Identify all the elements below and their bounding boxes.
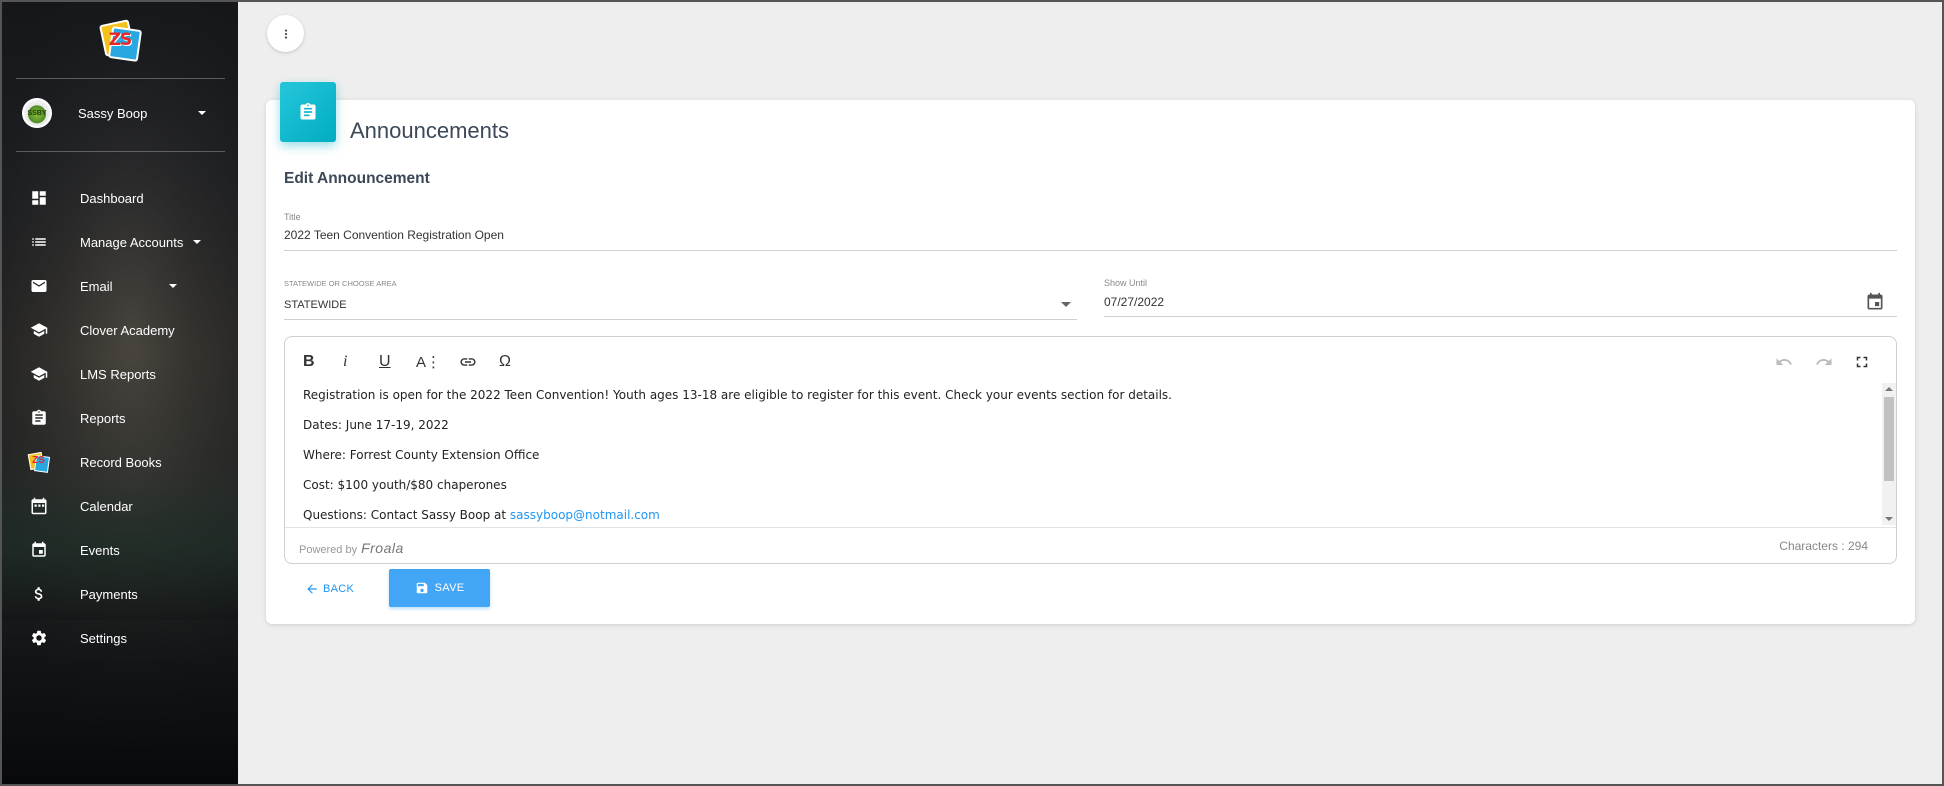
area-label: STATEWIDE OR CHOOSE AREA (284, 279, 397, 288)
user-menu[interactable]: SSBY Sassy Boop (22, 97, 222, 129)
show-until-underline (1104, 316, 1897, 317)
user-name: Sassy Boop (78, 105, 148, 121)
editor-paragraph: Questions: Contact Sassy Boop at sassybo… (303, 507, 1863, 523)
calendar-icon[interactable] (1865, 292, 1885, 312)
fullscreen-icon[interactable] (1853, 351, 1871, 373)
editor-footer: Powered by Froala Characters : 294 (285, 527, 1896, 563)
avatar: SSBY (22, 98, 52, 128)
sidebar-item-label: Settings (80, 630, 127, 646)
editor-scrollbar[interactable] (1882, 383, 1896, 525)
editor-paragraph: Dates: June 17-19, 2022 (303, 418, 449, 432)
link-icon[interactable] (459, 351, 477, 373)
dollar-icon (28, 583, 50, 605)
sidebar-item-lms-reports[interactable]: LMS Reports (0, 352, 238, 396)
underline-icon[interactable]: U (379, 351, 391, 373)
graduation-cap-icon (28, 319, 50, 341)
editor-paragraph: Cost: $100 youth/$80 chaperones (303, 478, 507, 492)
italic-icon[interactable]: i (343, 351, 347, 373)
show-until-label: Show Until (1104, 278, 1148, 288)
sidebar-item-calendar[interactable]: Calendar (0, 484, 238, 528)
scroll-down-icon[interactable] (1885, 517, 1893, 521)
sidebar-item-record-books[interactable]: ZS Record Books (0, 440, 238, 484)
save-button-label: SAVE (434, 582, 465, 594)
redo-icon[interactable] (1815, 351, 1833, 373)
dashboard-icon (28, 187, 50, 209)
undo-icon[interactable] (1775, 351, 1793, 373)
sidebar-divider (16, 151, 225, 152)
scroll-up-icon[interactable] (1885, 387, 1893, 391)
contact-email-link[interactable]: sassyboop@notmail.com (510, 508, 660, 522)
sidebar-item-label: Dashboard (80, 190, 144, 206)
powered-by-text: Powered by (299, 544, 358, 556)
sidebar-item-reports[interactable]: Reports (0, 396, 238, 440)
sidebar-item-label: LMS Reports (80, 366, 156, 382)
save-icon (416, 582, 427, 594)
editor-paragraph: Registration is open for the 2022 Teen C… (303, 388, 1172, 402)
chevron-down-icon (198, 111, 206, 115)
sidebar-item-label: Events (80, 542, 120, 558)
page-title: Announcements (350, 118, 509, 143)
event-icon (28, 539, 50, 561)
app-logo[interactable]: ZS (98, 18, 143, 62)
chevron-down-icon (168, 284, 177, 288)
sidebar-item-clover-academy[interactable]: Clover Academy (0, 308, 238, 352)
omega-icon[interactable]: Ω (499, 351, 511, 373)
character-count: Characters : 294 (1779, 539, 1868, 553)
clipboard-icon (28, 407, 50, 429)
sidebar-item-label: Clover Academy (80, 322, 175, 338)
title-underline (284, 250, 1897, 251)
sidebar-item-email[interactable]: Email (0, 264, 238, 308)
rich-text-editor: B i U A⋮ Ω Registration is open for the … (284, 336, 1897, 564)
logo-text: ZS (108, 30, 133, 50)
sidebar-item-label: Reports (80, 410, 126, 426)
back-button-label: BACK (323, 583, 355, 595)
gear-icon (28, 627, 50, 649)
record-books-logo-icon: ZS (27, 451, 51, 473)
sidebar-item-label: Calendar (80, 498, 133, 514)
sidebar-item-label: Manage Accounts (80, 234, 184, 250)
mail-icon (28, 275, 50, 297)
area-select[interactable]: STATEWIDE (284, 299, 347, 311)
sidebar-item-label: Email (80, 278, 113, 294)
font-size-icon[interactable]: A⋮ (416, 351, 441, 373)
sidebar-item-manage-accounts[interactable]: Manage Accounts (0, 220, 238, 264)
editor-content[interactable]: Registration is open for the 2022 Teen C… (303, 387, 1863, 527)
froala-logo: Froala (361, 540, 404, 556)
chevron-down-icon (193, 240, 202, 244)
contact-text: Questions: Contact Sassy Boop at (303, 508, 510, 522)
graduation-cap-icon (28, 363, 50, 385)
sidebar-nav: Dashboard Manage Accounts Email Clover A… (0, 176, 238, 660)
clipboard-icon (280, 82, 336, 142)
more-vert-icon (284, 28, 287, 39)
editor-paragraph: Where: Forrest County Extension Office (303, 448, 540, 462)
sidebar-item-label: Record Books (80, 454, 162, 470)
save-button[interactable]: SAVE (389, 569, 490, 607)
sidebar-divider (16, 78, 225, 79)
section-title: Edit Announcement (284, 170, 430, 187)
show-until-input[interactable]: 07/27/2022 (1104, 295, 1164, 309)
sidebar-item-settings[interactable]: Settings (0, 616, 238, 660)
list-icon (28, 231, 50, 253)
sidebar: ZS SSBY Sassy Boop Dashboard Manage Acco… (0, 0, 238, 786)
sidebar-item-events[interactable]: Events (0, 528, 238, 572)
sidebar-item-payments[interactable]: Payments (0, 572, 238, 616)
chevron-down-icon[interactable] (1061, 302, 1071, 307)
more-options-button[interactable] (267, 15, 304, 52)
arrow-back-icon (307, 584, 317, 594)
back-button[interactable]: BACK (305, 574, 354, 604)
area-underline (284, 319, 1077, 320)
title-input[interactable]: 2022 Teen Convention Registration Open (284, 228, 504, 242)
sidebar-item-dashboard[interactable]: Dashboard (0, 176, 238, 220)
calendar-icon (28, 495, 50, 517)
sidebar-item-label: Payments (80, 586, 138, 602)
scroll-thumb[interactable] (1884, 397, 1894, 481)
title-label: Title (284, 212, 301, 222)
bold-icon[interactable]: B (303, 351, 315, 373)
powered-by[interactable]: Powered by Froala (299, 540, 404, 556)
